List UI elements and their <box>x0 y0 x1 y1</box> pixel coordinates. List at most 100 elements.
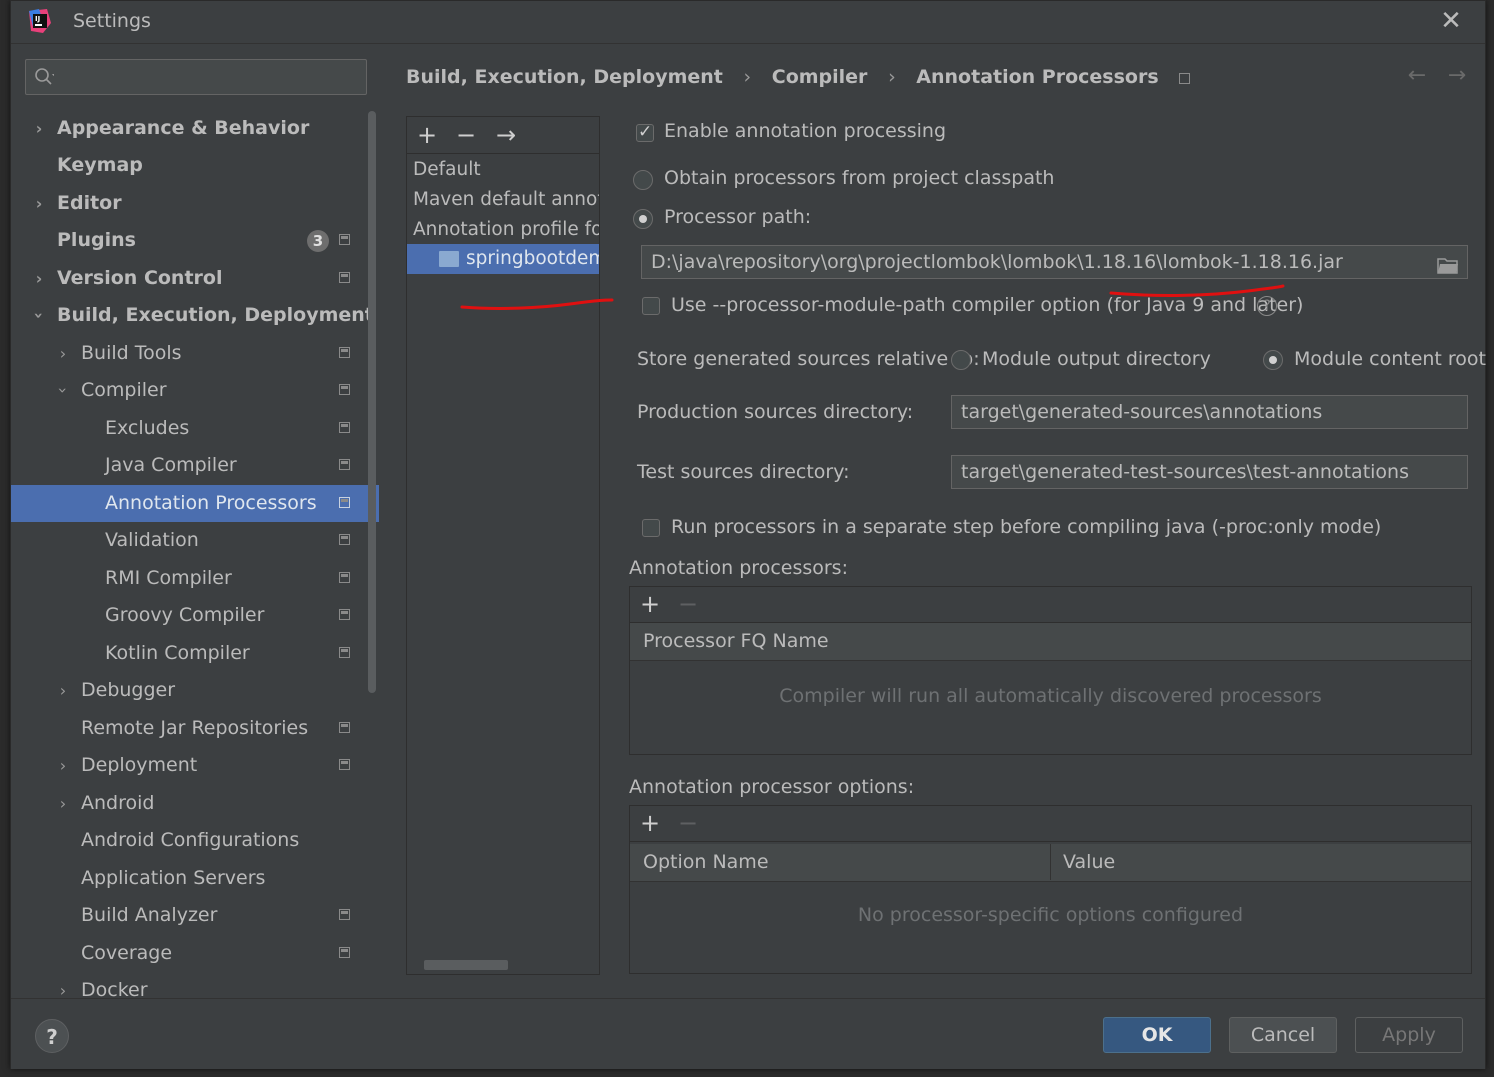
sidebar-item-version-control[interactable]: › Version Control <box>11 260 379 297</box>
title-bar: IJ Settings ✕ <box>11 1 1485 44</box>
chevron-right-icon: › <box>35 269 43 288</box>
sidebar-item-label: Build, Execution, Deployment <box>57 304 374 326</box>
back-arrow-icon[interactable]: ← <box>1404 62 1430 90</box>
svg-text:IJ: IJ <box>35 15 40 23</box>
processor-options-table: + − Option Name Value No processor-speci… <box>629 805 1472 974</box>
breadcrumb-item[interactable]: Compiler <box>772 66 868 88</box>
sidebar-item-appearance-behavior[interactable]: › Appearance & Behavior <box>11 110 379 147</box>
plugins-update-badge: 3 <box>307 230 329 252</box>
sidebar-item-label: Remote Jar Repositories <box>81 717 309 739</box>
module-path-checkbox[interactable] <box>642 297 660 315</box>
profile-item[interactable]: Default <box>407 155 599 185</box>
sidebar-item-docker[interactable]: › Docker <box>11 972 379 997</box>
close-icon[interactable]: ✕ <box>1439 7 1463 35</box>
processors-empty-text: Compiler will run all automatically disc… <box>779 685 1322 707</box>
remove-icon[interactable]: − <box>452 121 480 149</box>
sidebar-item-debugger[interactable]: › Debugger <box>11 672 379 709</box>
breadcrumb-separator: › <box>888 66 896 88</box>
sidebar-item-rmi-compiler[interactable]: RMI Compiler <box>11 560 379 597</box>
help-icon[interactable]: ? <box>1257 296 1277 316</box>
sidebar-item-remote-jar-repositories[interactable]: Remote Jar Repositories <box>11 710 379 747</box>
profile-item[interactable]: Annotation profile for springbootdemo <box>407 215 599 245</box>
ok-button[interactable]: OK <box>1103 1017 1211 1053</box>
sidebar-item-label: Version Control <box>57 267 223 289</box>
breadcrumb-separator: › <box>743 66 752 88</box>
add-icon[interactable]: + <box>636 809 664 837</box>
sidebar-item-keymap[interactable]: Keymap <box>11 147 379 184</box>
enable-processing-checkbox[interactable] <box>636 122 654 142</box>
forward-arrow-icon[interactable]: → <box>1444 62 1470 90</box>
sidebar-item-coverage[interactable]: Coverage <box>11 935 379 972</box>
sidebar-item-application-servers[interactable]: Application Servers <box>11 860 379 897</box>
sidebar-item-android[interactable]: › Android <box>11 785 379 822</box>
column-header[interactable]: Value <box>1063 844 1115 880</box>
profile-item[interactable]: Maven default annotation processors prof… <box>407 185 599 215</box>
processor-path-field[interactable]: D:\java\repository\org\projectlombok\lom… <box>641 245 1468 279</box>
processor-path-value: D:\java\repository\org\projectlombok\lom… <box>651 251 1343 273</box>
processors-table-header: Processor FQ Name <box>630 623 1471 661</box>
sidebar-item-label: Build Analyzer <box>81 904 218 926</box>
sidebar-item-label: Application Servers <box>81 867 266 889</box>
add-icon[interactable]: + <box>636 590 664 618</box>
chevron-right-icon: › <box>35 119 43 138</box>
sidebar-item-excludes[interactable]: Excludes <box>11 410 379 447</box>
profile-module-item[interactable]: springbootdemo <box>407 244 599 274</box>
options-toolbar: + − <box>630 806 1471 842</box>
breadcrumb-item[interactable]: Build, Execution, Deployment <box>406 66 723 88</box>
chevron-right-icon: › <box>35 194 43 213</box>
sidebar-item-java-compiler[interactable]: Java Compiler <box>11 447 379 484</box>
sidebar-item-editor[interactable]: › Editor <box>11 185 379 222</box>
red-underline-annotation <box>460 298 614 310</box>
sidebar-item-label: Java Compiler <box>105 454 237 476</box>
sidebar-item-label: Plugins <box>57 229 136 251</box>
annotation-processors-title: Annotation processors: <box>629 557 848 579</box>
remove-icon: − <box>677 590 699 618</box>
apply-button[interactable]: Apply <box>1355 1017 1463 1053</box>
production-dir-field[interactable]: target\generated-sources\annotations <box>951 395 1468 429</box>
module-content-label: Module content root <box>1294 348 1487 370</box>
sidebar-item-build-analyzer[interactable]: Build Analyzer <box>11 897 379 934</box>
project-level-icon <box>339 722 350 733</box>
chevron-down-icon: › <box>53 387 73 394</box>
breadcrumb-item: Annotation Processors <box>916 66 1159 88</box>
column-header[interactable]: Processor FQ Name <box>630 630 829 652</box>
project-level-icon <box>339 759 350 770</box>
processor-path-radio[interactable] <box>633 209 653 229</box>
test-dir-value: target\generated-test-sources\test-annot… <box>961 461 1409 483</box>
window-title: Settings <box>73 10 151 32</box>
sidebar-item-deployment[interactable]: › Deployment <box>11 747 379 784</box>
add-icon[interactable]: + <box>413 121 441 149</box>
sidebar-item-kotlin-compiler[interactable]: Kotlin Compiler <box>11 635 379 672</box>
module-content-radio[interactable] <box>1263 350 1283 370</box>
sidebar-item-label: Coverage <box>81 942 173 964</box>
sidebar-item-label: Android <box>81 792 155 814</box>
separate-step-checkbox[interactable] <box>642 519 660 537</box>
project-level-icon <box>339 572 350 583</box>
sidebar-item-build-tools[interactable]: › Build Tools <box>11 335 379 372</box>
profile-label: Maven default annotation processors prof… <box>413 189 599 210</box>
remove-icon: − <box>677 809 699 837</box>
test-dir-field[interactable]: target\generated-test-sources\test-annot… <box>951 455 1468 489</box>
sidebar-item-android-configurations[interactable]: Android Configurations <box>11 822 379 859</box>
help-button[interactable]: ? <box>35 1019 69 1053</box>
sidebar-item-plugins[interactable]: Plugins 3 <box>11 222 379 259</box>
cancel-button[interactable]: Cancel <box>1229 1017 1337 1053</box>
sidebar-item-compiler[interactable]: › Compiler <box>11 372 379 409</box>
profiles-scrollbar[interactable] <box>424 960 508 970</box>
breadcrumb: Build, Execution, Deployment › Compiler … <box>406 66 1204 92</box>
folder-browse-icon[interactable] <box>1437 256 1459 274</box>
sidebar-item-annotation-processors[interactable]: Annotation Processors <box>11 485 379 522</box>
search-input[interactable] <box>25 59 367 95</box>
profile-label: Annotation profile for springbootdemo <box>413 219 599 240</box>
sidebar-scrollbar[interactable] <box>368 111 376 693</box>
sidebar-item-label: Debugger <box>81 679 176 701</box>
sidebar-item-build-execution-deployment[interactable]: › Build, Execution, Deployment <box>11 297 379 334</box>
sidebar-item-label: RMI Compiler <box>105 567 232 589</box>
column-header[interactable]: Option Name <box>643 844 769 880</box>
sidebar-item-groovy-compiler[interactable]: Groovy Compiler <box>11 597 379 634</box>
obtain-classpath-radio[interactable] <box>633 170 653 190</box>
sidebar-item-validation[interactable]: Validation <box>11 522 379 559</box>
module-output-radio[interactable] <box>951 350 971 370</box>
sidebar-item-label: Annotation Processors <box>105 492 317 514</box>
move-arrow-icon[interactable]: → <box>492 121 520 149</box>
